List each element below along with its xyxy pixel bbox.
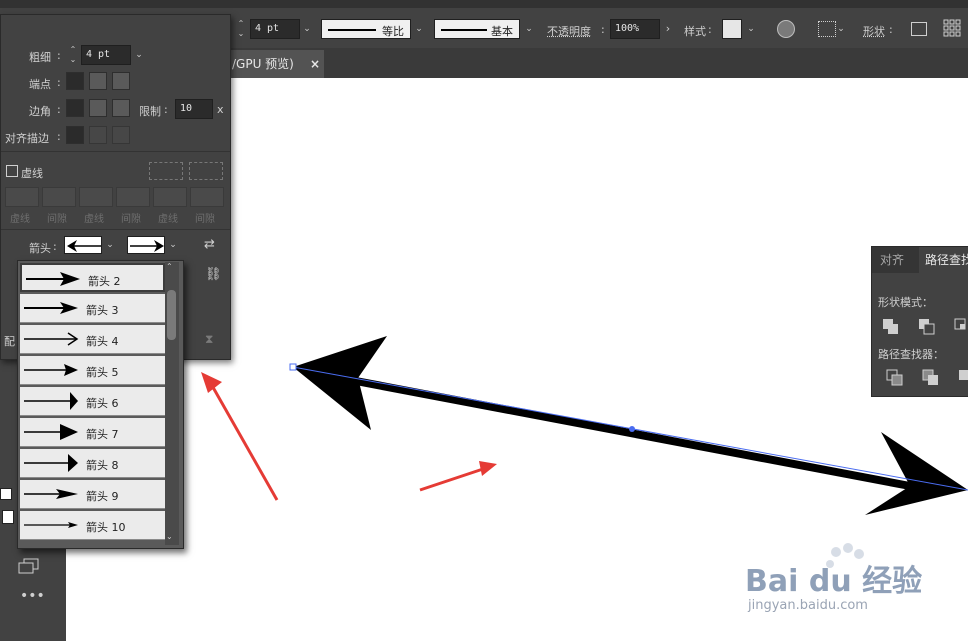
arrow-left-icon — [67, 240, 101, 252]
trim-icon[interactable] — [922, 369, 940, 387]
list-item[interactable]: 箭头 2 — [20, 263, 165, 292]
divider — [1, 229, 230, 230]
list-item-label: 箭头 6 — [86, 397, 119, 410]
annotation-arrow-2 — [419, 461, 497, 492]
end-arrowhead-dropdown-icon[interactable]: ⌄ — [166, 235, 180, 255]
list-item-label: 箭头 7 — [86, 428, 119, 441]
swap-arrowheads-icon[interactable]: ⇄ — [204, 237, 215, 252]
miter-limit-input[interactable]: 10 — [175, 99, 213, 119]
list-item[interactable]: 箭头 10 — [20, 511, 165, 540]
arrowhead-label: 箭头 — [29, 242, 51, 255]
gap-3-input[interactable] — [190, 187, 224, 207]
gap-label: 间隙 — [195, 214, 215, 225]
list-item-label: 箭头 4 — [86, 335, 119, 348]
end-arrowhead-select[interactable] — [127, 236, 165, 254]
limit-label: 限制 — [139, 105, 161, 118]
dash-align-icon[interactable] — [189, 162, 223, 180]
shape-modes-label: 形状模式： — [878, 296, 933, 309]
pathfinders-label: 路径查找器： — [878, 348, 944, 361]
list-item-label: 箭头 2 — [88, 275, 121, 288]
butt-cap-button[interactable] — [66, 72, 84, 90]
path-center-point — [629, 426, 635, 432]
watermark-url: jingyan.baidu.com — [748, 598, 868, 613]
start-arrowhead-dropdown-icon[interactable]: ⌄ — [103, 235, 117, 255]
bevel-join-button[interactable] — [112, 99, 130, 117]
list-item-label: 箭头 3 — [86, 304, 119, 317]
merge-icon[interactable] — [958, 369, 968, 387]
dash-label: 虚线 — [84, 214, 104, 225]
weight-dropdown-icon[interactable]: ⌄ — [132, 45, 146, 65]
weight-stepper-icon[interactable]: ⌃ ⌄ — [66, 45, 80, 65]
list-item[interactable]: 箭头 7 — [20, 418, 165, 447]
unite-icon[interactable] — [882, 318, 900, 336]
gap-label: 间隙 — [121, 214, 141, 225]
dash-2-input[interactable] — [79, 187, 113, 207]
list-item[interactable]: 箭头 9 — [20, 480, 165, 509]
arrow-8-icon — [24, 454, 78, 472]
arrow-5-icon — [24, 364, 78, 376]
round-join-button[interactable] — [89, 99, 107, 117]
align-outside-button[interactable] — [112, 126, 130, 144]
list-item-label: 箭头 9 — [86, 490, 119, 503]
corner-label: 边角 — [29, 105, 51, 118]
dashed-line-label: 虚线 — [21, 167, 43, 180]
gap-2-input[interactable] — [116, 187, 150, 207]
arrow-9-icon — [24, 489, 78, 499]
minus-front-icon[interactable] — [918, 318, 936, 336]
align-inside-button[interactable] — [89, 126, 107, 144]
align-stroke-label: 对齐描边 — [5, 132, 49, 145]
link-scale-icon[interactable]: ⛓ — [205, 267, 222, 282]
align-arrow-icon[interactable]: ⧗ — [205, 332, 213, 347]
weight-label: 粗细 — [29, 51, 51, 64]
scroll-down-icon[interactable]: ⌄ — [166, 532, 173, 541]
dash-1-input[interactable] — [5, 187, 39, 207]
gap-label: 间隙 — [47, 214, 67, 225]
list-item-label: 箭头 8 — [86, 459, 119, 472]
arrow-2-icon — [26, 272, 80, 286]
divide-icon[interactable] — [886, 369, 904, 387]
tab-align[interactable]: 对齐 — [874, 247, 910, 273]
arrow-10-icon — [24, 522, 78, 528]
divider — [1, 151, 230, 152]
arrow-4-icon — [24, 332, 79, 346]
panel-label: 配 — [4, 335, 15, 348]
limit-unit: x — [217, 103, 224, 116]
cap-label: 端点 — [29, 78, 51, 91]
start-arrowhead-select[interactable] — [64, 236, 102, 254]
dashed-line-checkbox[interactable] — [6, 165, 18, 177]
miter-join-button[interactable] — [66, 99, 84, 117]
arrowhead-list: 箭头 2 箭头 3 箭头 4 箭头 5 箭头 6 箭头 7 箭头 8 箭头 9 … — [17, 260, 184, 549]
anchor-point-start — [289, 363, 297, 371]
list-item-label: 箭头 5 — [86, 366, 119, 379]
weight-input[interactable]: 4 pt — [81, 45, 131, 65]
arrow-right-icon — [130, 240, 164, 252]
round-cap-button[interactable] — [89, 72, 107, 90]
dash-label: 虚线 — [158, 214, 178, 225]
dash-3-input[interactable] — [153, 187, 187, 207]
watermark-brand: Bai du 经验 — [745, 564, 923, 599]
pathfinder-panel: 对齐 路径查找 形状模式： 路径查找器： — [871, 246, 968, 397]
dash-label: 虚线 — [10, 214, 30, 225]
projecting-cap-button[interactable] — [112, 72, 130, 90]
arrow-line — [339, 374, 911, 490]
arrowhead-end — [865, 432, 968, 515]
scroll-up-icon[interactable]: ⌃ — [166, 262, 173, 271]
list-item[interactable]: 箭头 4 — [20, 325, 165, 354]
intersect-icon[interactable] — [954, 318, 968, 336]
arrow-3-icon — [24, 302, 78, 314]
list-item[interactable]: 箭头 3 — [20, 294, 165, 323]
dash-preserve-icon[interactable] — [149, 162, 183, 180]
gap-1-input[interactable] — [42, 187, 76, 207]
list-scrollbar-thumb[interactable] — [167, 290, 176, 340]
annotation-arrow-1 — [201, 372, 279, 501]
arrow-6-icon — [24, 392, 78, 410]
list-item[interactable]: 箭头 8 — [20, 449, 165, 478]
align-center-button[interactable] — [66, 126, 84, 144]
arrow-7-icon — [24, 424, 78, 440]
tab-pathfinder[interactable]: 路径查找 — [919, 247, 968, 273]
list-item-label: 箭头 10 — [86, 521, 126, 534]
list-item[interactable]: 箭头 5 — [20, 356, 165, 385]
list-item[interactable]: 箭头 6 — [20, 387, 165, 416]
